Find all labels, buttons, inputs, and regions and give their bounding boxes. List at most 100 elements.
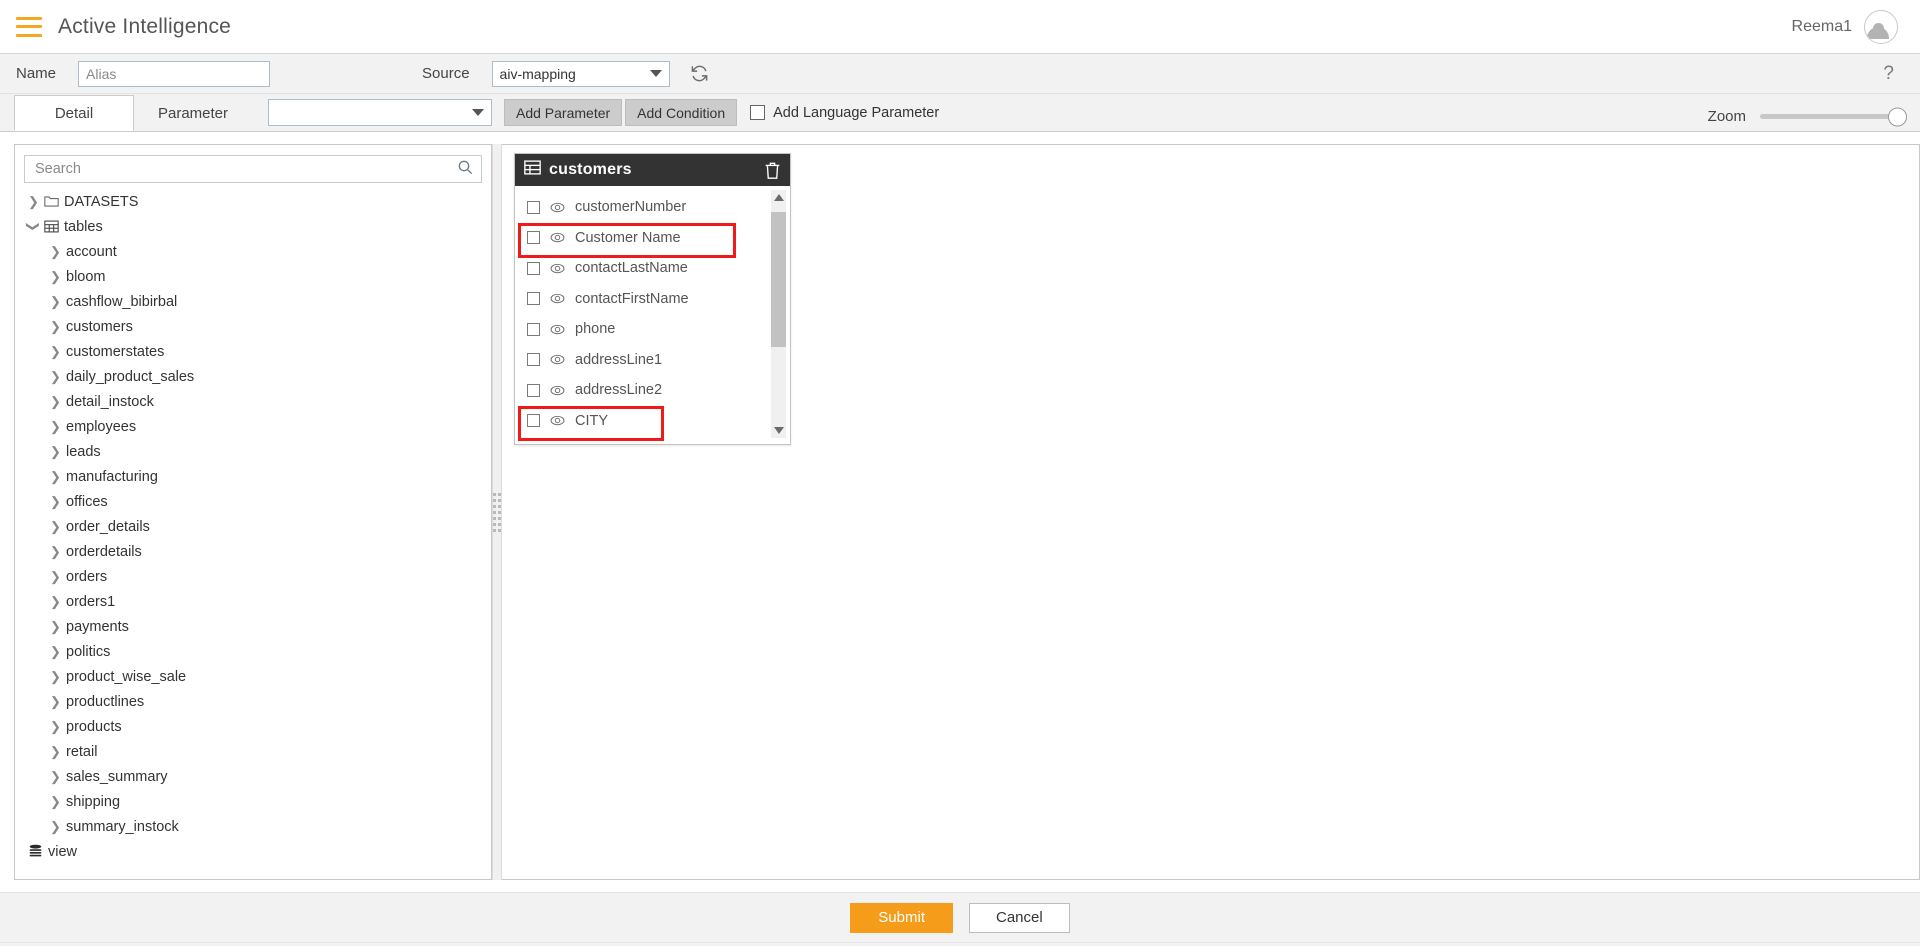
chevron-right-icon[interactable]: ❯ [50,745,61,758]
diagram-canvas[interactable]: customers customerNumberCustomer Namecon… [502,144,1920,880]
tree-node-orders1[interactable]: ❯orders1 [24,589,482,614]
chevron-right-icon[interactable]: ❯ [50,270,61,283]
zoom-slider-thumb[interactable] [1888,107,1907,126]
field-row[interactable]: CITY [515,406,790,437]
tree-node-view[interactable]: view [24,839,482,864]
field-checkbox[interactable] [527,384,540,397]
field-checkbox[interactable] [527,201,540,214]
field-row[interactable]: customerNumber [515,192,790,223]
field-row[interactable]: addressLine2 [515,375,790,406]
chevron-right-icon[interactable]: ❯ [50,570,61,583]
eye-icon[interactable] [550,353,565,366]
field-row[interactable]: addressLine1 [515,345,790,376]
field-row[interactable]: contactFirstName [515,284,790,315]
trash-icon[interactable] [764,161,781,180]
panel-splitter[interactable] [492,144,502,880]
chevron-right-icon[interactable]: ❯ [50,420,61,433]
field-checkbox[interactable] [527,414,540,427]
tree-node-productlines[interactable]: ❯productlines [24,689,482,714]
search-icon[interactable] [457,159,473,180]
chevron-right-icon[interactable]: ❯ [50,395,61,408]
chevron-right-icon[interactable]: ❯ [50,520,61,533]
chevron-down-icon[interactable] [771,423,786,438]
cancel-button[interactable]: Cancel [969,903,1070,933]
add-language-parameter-group[interactable]: Add Language Parameter [750,105,939,121]
chevron-right-icon[interactable]: ❯ [50,770,61,783]
chevron-right-icon[interactable]: ❯ [50,495,61,508]
chevron-right-icon[interactable]: ❯ [50,645,61,658]
tree-node-retail[interactable]: ❯retail [24,739,482,764]
tree-node-product-wise-sale[interactable]: ❯product_wise_sale [24,664,482,689]
field-checkbox[interactable] [527,262,540,275]
tree-node-summary-instock[interactable]: ❯summary_instock [24,814,482,839]
tree-node-cashflow-bibirbal[interactable]: ❯cashflow_bibirbal [24,289,482,314]
tree-node-orderdetails[interactable]: ❯orderdetails [24,539,482,564]
refresh-icon[interactable] [690,64,709,83]
chevron-right-icon[interactable]: ❯ [50,370,61,383]
zoom-slider-track[interactable] [1760,114,1898,119]
hamburger-icon[interactable] [16,17,42,37]
tree-node-detail-instock[interactable]: ❯detail_instock [24,389,482,414]
chevron-right-icon[interactable]: ❯ [50,620,61,633]
tree-node-offices[interactable]: ❯offices [24,489,482,514]
alias-name-input[interactable] [78,61,270,87]
chevron-right-icon[interactable]: ❯ [50,670,61,683]
parameter-select[interactable] [268,99,492,126]
tree-node-account[interactable]: ❯account [24,239,482,264]
field-row[interactable]: Customer Name [515,223,790,254]
chevron-right-icon[interactable]: ❯ [50,345,61,358]
table-card-customers[interactable]: customers customerNumberCustomer Namecon… [514,153,791,445]
field-row[interactable]: contactLastName [515,253,790,284]
field-checkbox[interactable] [527,353,540,366]
eye-icon[interactable] [550,231,565,244]
chevron-right-icon[interactable]: ❯ [50,545,61,558]
chevron-up-icon[interactable] [771,190,786,205]
chevron-right-icon[interactable]: ❯ [50,795,61,808]
tree-node-tables[interactable]: ❯tables [24,214,482,239]
chevron-right-icon[interactable]: ❯ [50,295,61,308]
tree-node-shipping[interactable]: ❯shipping [24,789,482,814]
chevron-right-icon[interactable]: ❯ [50,595,61,608]
tree-node-sales-summary[interactable]: ❯sales_summary [24,764,482,789]
chevron-right-icon[interactable]: ❯ [50,245,61,258]
field-checkbox[interactable] [527,323,540,336]
tree-node-manufacturing[interactable]: ❯manufacturing [24,464,482,489]
add-condition-button[interactable]: Add Condition [625,99,737,126]
chevron-right-icon[interactable]: ❯ [50,320,61,333]
eye-icon[interactable] [550,201,565,214]
field-checkbox[interactable] [527,231,540,244]
search-input[interactable] [33,160,457,178]
field-checkbox[interactable] [527,292,540,305]
eye-icon[interactable] [550,292,565,305]
chevron-right-icon[interactable]: ❯ [50,820,61,833]
tree-node-customers[interactable]: ❯customers [24,314,482,339]
tree-node-orders[interactable]: ❯orders [24,564,482,589]
add-parameter-button[interactable]: Add Parameter [504,99,622,126]
eye-icon[interactable] [550,323,565,336]
chevron-right-icon[interactable]: ❯ [50,720,61,733]
card-scrollbar[interactable] [771,190,786,438]
chevron-right-icon[interactable]: ❯ [50,695,61,708]
eye-icon[interactable] [550,384,565,397]
tree-node-daily-product-sales[interactable]: ❯daily_product_sales [24,364,482,389]
chevron-down-icon[interactable]: ❯ [27,221,40,232]
add-language-parameter-checkbox[interactable] [750,105,765,120]
tree-node-employees[interactable]: ❯employees [24,414,482,439]
search-box[interactable] [24,155,482,183]
tab-detail[interactable]: Detail [14,95,134,131]
tree-node-politics[interactable]: ❯politics [24,639,482,664]
source-select[interactable]: aiv-mapping [492,61,670,87]
help-icon[interactable]: ? [1883,63,1898,85]
chevron-right-icon[interactable]: ❯ [28,195,39,208]
chevron-right-icon[interactable]: ❯ [50,470,61,483]
eye-icon[interactable] [550,262,565,275]
eye-icon[interactable] [550,414,565,427]
tree-node-payments[interactable]: ❯payments [24,614,482,639]
tree-node-customerstates[interactable]: ❯customerstates [24,339,482,364]
field-row[interactable]: phone [515,314,790,345]
tab-parameter[interactable]: Parameter [133,95,253,131]
card-scrollbar-thumb[interactable] [771,212,786,347]
tree-node-order-details[interactable]: ❯order_details [24,514,482,539]
submit-button[interactable]: Submit [850,903,953,933]
tree-node-datasets[interactable]: ❯DATASETS [24,189,482,214]
